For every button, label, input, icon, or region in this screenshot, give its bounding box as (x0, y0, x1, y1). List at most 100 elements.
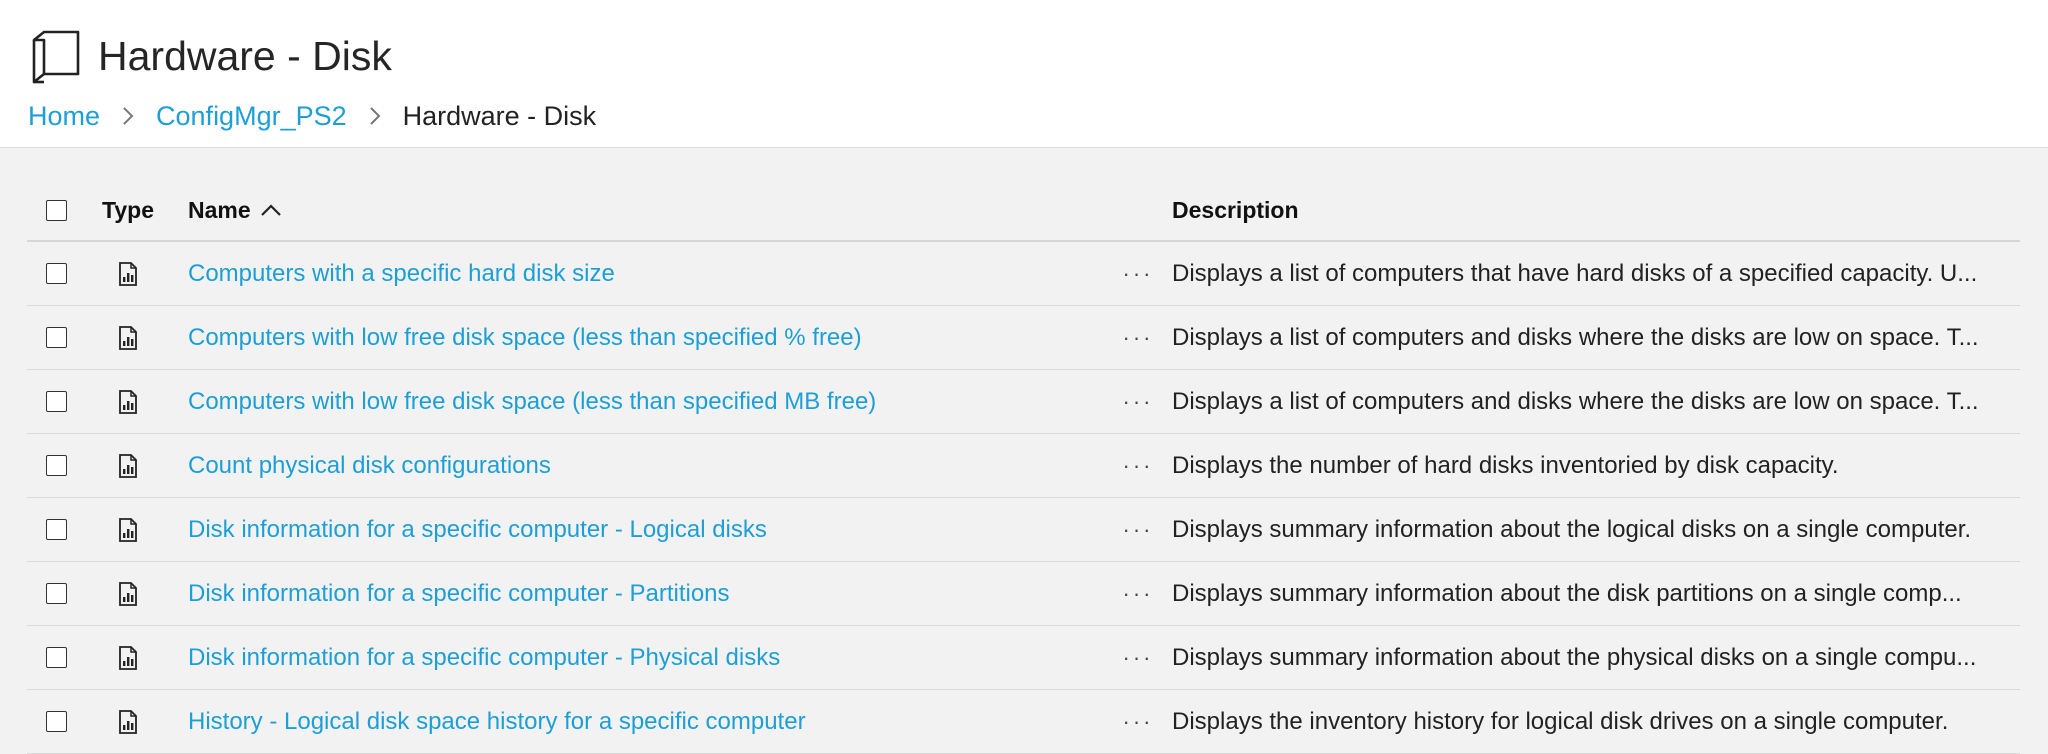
name-cell: Count physical disk configurations (188, 434, 1108, 497)
name-cell: Computers with low free disk space (less… (188, 370, 1108, 433)
row-checkbox-cell (46, 242, 67, 305)
report-description: Displays summary information about the l… (1172, 515, 1972, 543)
row-checkbox[interactable] (46, 263, 67, 284)
table-row[interactable]: Computers with low free disk space (less… (27, 370, 2020, 434)
description-cell: Displays summary information about the l… (1172, 498, 2017, 561)
row-checkbox[interactable] (46, 327, 67, 348)
chevron-right-icon (123, 107, 134, 125)
name-cell: Disk information for a specific computer… (188, 562, 1108, 625)
table-row[interactable]: Disk information for a specific computer… (27, 562, 2020, 626)
report-name-link[interactable]: Computers with low free disk space (less… (188, 388, 876, 416)
more-options-button[interactable]: ··· (1123, 325, 1154, 351)
row-checkbox[interactable] (46, 647, 67, 668)
more-cell: ··· (1113, 498, 1163, 561)
title-row: Hardware - Disk (28, 26, 392, 86)
breadcrumb-home-link[interactable]: Home (28, 101, 100, 132)
column-header-description[interactable]: Description (1172, 180, 2017, 240)
report-description: Displays a list of computers and disks w… (1172, 323, 1979, 351)
row-checkbox-cell (46, 306, 67, 369)
report-description: Displays summary information about the p… (1172, 643, 1977, 671)
report-icon (119, 517, 137, 542)
select-all-cell (46, 180, 67, 240)
page-title: Hardware - Disk (98, 33, 392, 79)
chevron-right-icon (369, 107, 381, 125)
reports-list: Type Name Description Computers with a s… (27, 180, 2020, 754)
more-options-button[interactable]: ··· (1123, 581, 1154, 607)
row-checkbox[interactable] (46, 391, 67, 412)
column-header-name[interactable]: Name (188, 180, 1108, 240)
description-cell: Displays a list of computers and disks w… (1172, 370, 2017, 433)
more-options-button[interactable]: ··· (1123, 645, 1154, 671)
more-cell: ··· (1113, 370, 1163, 433)
report-name-link[interactable]: Disk information for a specific computer… (188, 580, 730, 608)
description-cell: Displays the number of hard disks invent… (1172, 434, 2017, 497)
more-cell: ··· (1113, 434, 1163, 497)
breadcrumb-current: Hardware - Disk (402, 100, 597, 131)
row-checkbox-cell (46, 690, 67, 753)
report-description: Displays the number of hard disks invent… (1172, 451, 1839, 479)
name-cell: Computers with a specific hard disk size (188, 242, 1108, 305)
table-row[interactable]: Computers with low free disk space (less… (27, 306, 2020, 370)
sort-ascending-icon (260, 204, 281, 216)
report-description: Displays summary information about the d… (1172, 579, 1962, 607)
more-options-button[interactable]: ··· (1123, 517, 1154, 543)
row-checkbox[interactable] (46, 455, 67, 476)
description-cell: Displays summary information about the d… (1172, 562, 2017, 625)
name-cell: Disk information for a specific computer… (188, 626, 1108, 689)
report-icon (119, 581, 137, 606)
more-options-button[interactable]: ··· (1123, 261, 1154, 287)
more-options-button[interactable]: ··· (1123, 709, 1154, 735)
report-icon (119, 453, 137, 478)
breadcrumb: Home ConfigMgr_PS2 Hardware - Disk (28, 96, 596, 136)
name-cell: Computers with low free disk space (less… (188, 306, 1108, 369)
row-checkbox[interactable] (46, 583, 67, 604)
report-name-link[interactable]: Computers with a specific hard disk size (188, 260, 615, 288)
column-header-type[interactable]: Type (102, 180, 154, 240)
list-header: Type Name Description (27, 180, 2020, 242)
more-cell: ··· (1113, 690, 1163, 753)
report-icon (119, 645, 137, 670)
name-cell: Disk information for a specific computer… (188, 498, 1108, 561)
report-name-link[interactable]: Disk information for a specific computer… (188, 644, 780, 672)
report-icon (119, 709, 137, 734)
table-row[interactable]: Computers with a specific hard disk size… (27, 242, 2020, 306)
row-checkbox-cell (46, 562, 67, 625)
table-row[interactable]: Disk information for a specific computer… (27, 498, 2020, 562)
description-cell: Displays summary information about the p… (1172, 626, 2017, 689)
row-checkbox-cell (46, 626, 67, 689)
description-cell: Displays a list of computers and disks w… (1172, 306, 2017, 369)
more-options-button[interactable]: ··· (1123, 389, 1154, 415)
row-checkbox-cell (46, 370, 67, 433)
row-checkbox[interactable] (46, 519, 67, 540)
list-body: Computers with a specific hard disk size… (27, 242, 2020, 754)
table-row[interactable]: History - Logical disk space history for… (27, 690, 2020, 754)
more-cell: ··· (1113, 242, 1163, 305)
report-icon (119, 389, 137, 414)
table-row[interactable]: Disk information for a specific computer… (27, 626, 2020, 690)
report-name-link[interactable]: History - Logical disk space history for… (188, 708, 806, 736)
report-name-link[interactable]: Count physical disk configurations (188, 452, 551, 480)
select-all-checkbox[interactable] (46, 199, 67, 221)
more-options-button[interactable]: ··· (1123, 453, 1154, 479)
report-description: Displays a list of computers that have h… (1172, 259, 1978, 287)
table-row[interactable]: Count physical disk configurations ··· D… (27, 434, 2020, 498)
row-checkbox-cell (46, 498, 67, 561)
description-cell: Displays the inventory history for logic… (1172, 690, 2017, 753)
type-cell (103, 370, 153, 433)
type-cell (103, 626, 153, 689)
report-name-link[interactable]: Computers with low free disk space (less… (188, 324, 862, 352)
name-cell: History - Logical disk space history for… (188, 690, 1108, 753)
report-icon (119, 325, 137, 350)
description-cell: Displays a list of computers that have h… (1172, 242, 2017, 305)
report-icon (119, 261, 137, 286)
type-cell (103, 498, 153, 561)
row-checkbox-cell (46, 434, 67, 497)
type-cell (103, 242, 153, 305)
type-cell (103, 690, 153, 753)
type-cell (103, 306, 153, 369)
breadcrumb-site-link[interactable]: ConfigMgr_PS2 (156, 101, 347, 132)
report-folder-icon (32, 30, 80, 84)
more-cell: ··· (1113, 306, 1163, 369)
report-name-link[interactable]: Disk information for a specific computer… (188, 516, 767, 544)
row-checkbox[interactable] (46, 711, 67, 732)
